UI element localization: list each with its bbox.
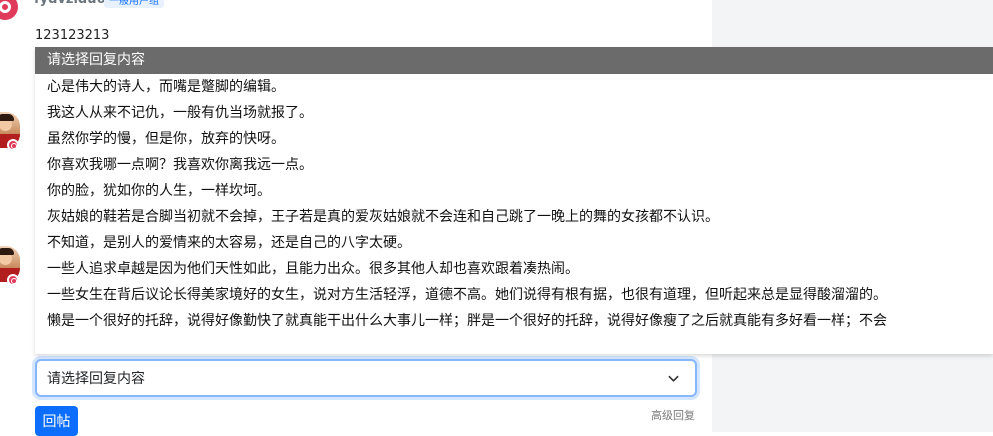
select-value: 请选择回复内容 (47, 371, 145, 387)
dropdown-option[interactable]: 我这人从来不记仇，一般有仇当场就报了。 (35, 100, 993, 126)
dropdown-option[interactable]: 一些女生在背后议论长得美家境好的女生，说对方生活轻浮，道德不高。她们说得有根有据… (35, 282, 993, 308)
advanced-reply-link[interactable]: 高级回复 (651, 407, 695, 423)
dropdown-option[interactable]: 你喜欢我哪一点啊？我喜欢你离我远一点。 (35, 152, 993, 178)
user-badge-icon (7, 274, 19, 286)
dropdown-option-placeholder[interactable]: 请选择回复内容 (35, 47, 993, 74)
post-avatar[interactable] (0, 0, 18, 20)
dropdown-option[interactable]: 灰姑娘的鞋若是合脚当初就不会掉，王子若是真的爱灰姑娘就不会连和自己跳了一晚上的舞… (35, 204, 993, 230)
dropdown-option[interactable]: 你的脸，犹如你的人生，一样坎坷。 (35, 178, 993, 204)
post-content: 123123213 (35, 28, 110, 43)
reply-dropdown-list[interactable]: 请选择回复内容 心是伟大的诗人，而嘴是蹩脚的编辑。 我这人从来不记仇，一般有仇当… (35, 47, 993, 354)
reply-content-select[interactable]: 请选择回复内容 (35, 359, 697, 397)
user-badge-icon (7, 139, 19, 151)
avatar-ring-icon (0, 1, 11, 13)
user-group-badge: 一般用户组 (104, 0, 164, 8)
dropdown-option[interactable]: 一些人追求卓越是因为他们天性如此，且能力出众。很多其他人却也喜欢跟着凑热闹。 (35, 256, 993, 282)
dropdown-option[interactable]: 懒是一个很好的托辞，说得好像勤快了就真能干出什么大事儿一样；胖是一个很好的托辞，… (35, 308, 993, 334)
dropdown-option[interactable]: 虽然你学的慢，但是你，放弃的快呀。 (35, 126, 993, 152)
dropdown-option[interactable]: 不知道，是别人的爱情来的太容易，还是自己的八字太硬。 (35, 230, 993, 256)
chevron-down-icon (668, 375, 679, 382)
dropdown-option[interactable]: 心是伟大的诗人，而嘴是蹩脚的编辑。 (35, 74, 993, 100)
